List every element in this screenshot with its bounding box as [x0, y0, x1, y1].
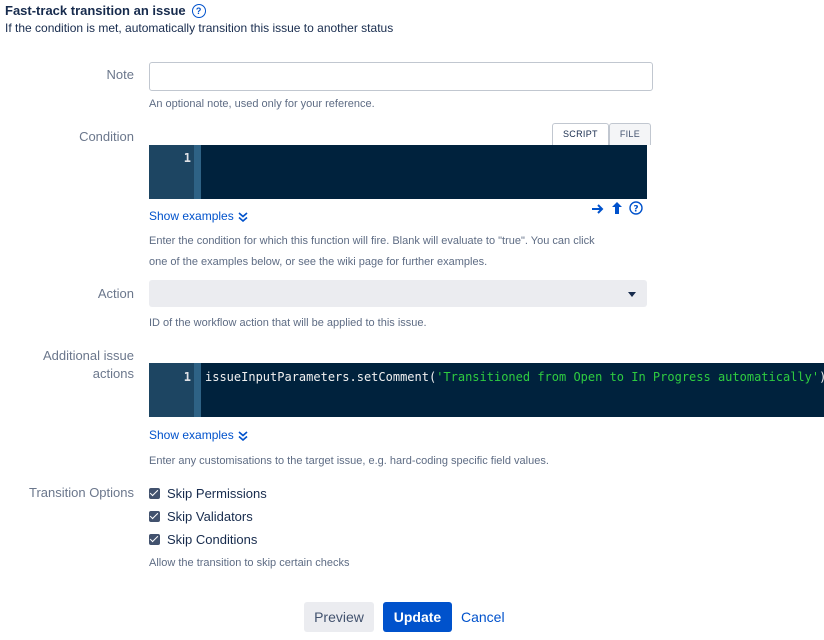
skip-conditions-label: Skip Conditions: [167, 532, 258, 547]
show-examples-label: Show examples: [149, 209, 234, 223]
page-subtitle: If the condition is met, automatically t…: [5, 21, 394, 35]
line-number: 1: [183, 370, 191, 384]
action-select[interactable]: [149, 280, 647, 307]
page-title-text: Fast-track transition an issue: [5, 3, 186, 18]
show-examples-label: Show examples: [149, 428, 234, 442]
additional-actions-show-examples-link[interactable]: Show examples: [149, 428, 248, 442]
action-label: Action: [97, 286, 134, 301]
note-label: Note: [106, 67, 134, 82]
skip-permissions-option[interactable]: Skip Permissions: [149, 486, 267, 501]
help-icon[interactable]: ?: [629, 201, 643, 220]
skip-permissions-checkbox[interactable]: [149, 488, 160, 499]
additional-actions-code-editor[interactable]: 1 issueInputParameters.setComment('Trans…: [149, 363, 824, 417]
line-number: 1: [183, 151, 191, 165]
chevron-double-down-icon: [238, 430, 248, 442]
condition-tabs: SCRIPT FILE: [552, 123, 652, 145]
help-icon[interactable]: ?: [191, 3, 206, 18]
editor-tools: ?: [591, 201, 643, 220]
additional-actions-code: issueInputParameters.setComment('Transit…: [205, 370, 824, 384]
transition-options-label: Transition Options: [28, 485, 134, 500]
code-prefix: issueInputParameters.setComment(: [205, 370, 437, 384]
tab-file[interactable]: FILE: [608, 123, 652, 145]
tab-script[interactable]: SCRIPT: [552, 123, 609, 145]
code-suffix: ): [819, 370, 824, 384]
editor-gutter-bar: [194, 363, 201, 417]
condition-code-editor[interactable]: 1: [149, 145, 647, 199]
skip-conditions-checkbox[interactable]: [149, 534, 160, 545]
transition-options-description: Allow the transition to skip certain che…: [149, 557, 350, 569]
page-title: Fast-track transition an issue ?: [5, 3, 206, 18]
additional-actions-label-2: actions: [92, 366, 134, 381]
note-input[interactable]: [149, 62, 653, 91]
editor-gutter-bar: [194, 145, 201, 199]
skip-permissions-label: Skip Permissions: [167, 486, 267, 501]
cancel-button[interactable]: Cancel: [461, 602, 505, 632]
condition-show-examples-link[interactable]: Show examples: [149, 209, 248, 223]
chevron-double-down-icon: [238, 211, 248, 223]
update-button[interactable]: Update: [383, 602, 452, 632]
action-description: ID of the workflow action that will be a…: [149, 317, 427, 329]
arrow-right-icon[interactable]: [591, 202, 605, 220]
condition-label: Condition: [79, 129, 134, 144]
skip-validators-label: Skip Validators: [167, 509, 253, 524]
skip-conditions-option[interactable]: Skip Conditions: [149, 532, 257, 547]
svg-text:?: ?: [633, 205, 638, 215]
condition-description-1: Enter the condition for which this funct…: [149, 235, 595, 247]
note-description: An optional note, used only for your ref…: [149, 98, 375, 110]
code-string: 'Transitioned from Open to In Progress a…: [436, 370, 820, 384]
upload-icon[interactable]: [610, 201, 624, 220]
additional-actions-description: Enter any customisations to the target i…: [149, 455, 549, 467]
dropdown-caret-icon: [628, 292, 636, 297]
skip-validators-option[interactable]: Skip Validators: [149, 509, 253, 524]
preview-button[interactable]: Preview: [304, 602, 374, 632]
condition-description-2: one of the examples below, or see the wi…: [149, 256, 488, 268]
additional-actions-label-1: Additional issue: [42, 348, 134, 363]
skip-validators-checkbox[interactable]: [149, 511, 160, 522]
